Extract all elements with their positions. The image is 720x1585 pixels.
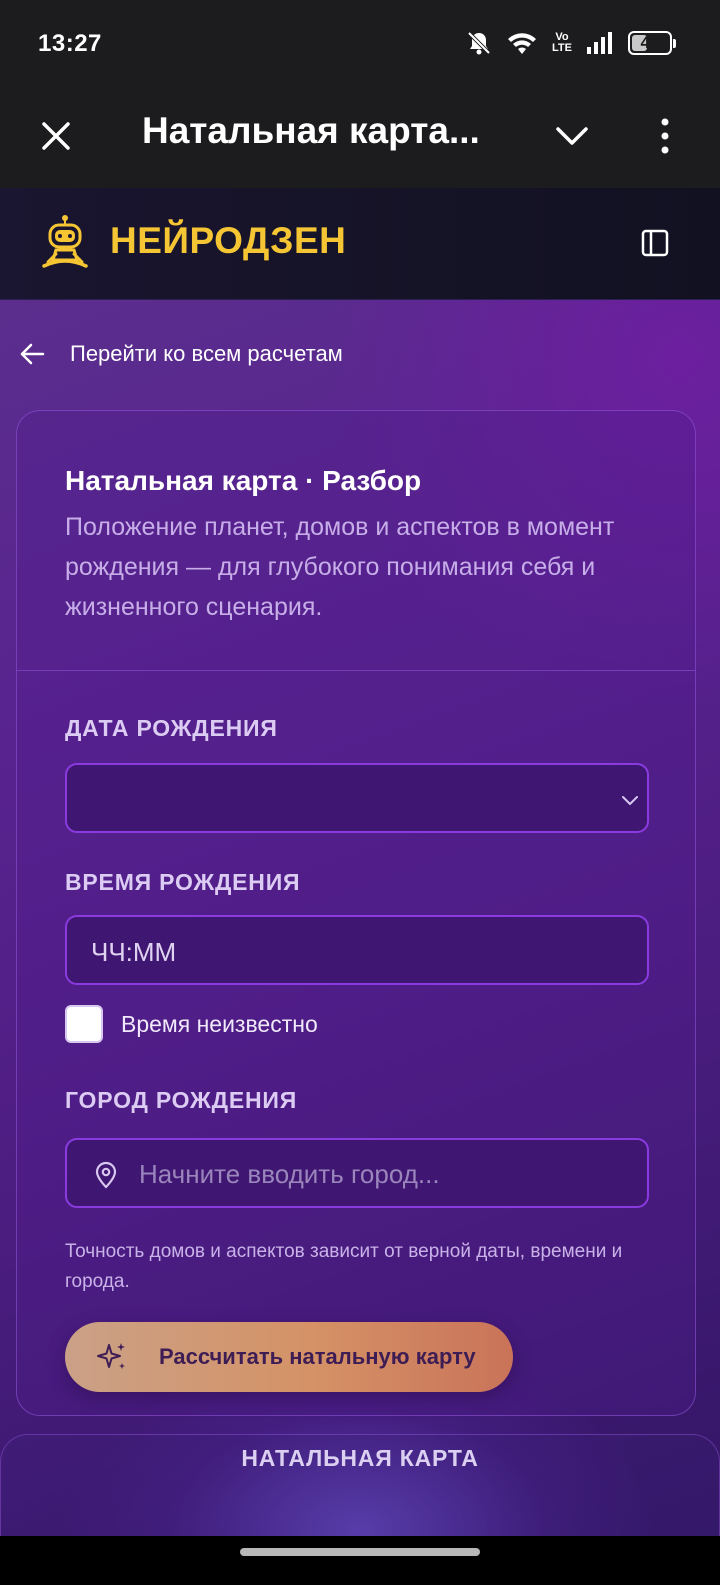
birth-time-input[interactable]: ЧЧ:ММ bbox=[65, 915, 649, 985]
status-time: 13:27 bbox=[38, 30, 102, 57]
home-gesture-handle[interactable] bbox=[240, 1548, 480, 1556]
battery-icon: 48 bbox=[628, 31, 676, 55]
close-icon[interactable] bbox=[36, 116, 76, 156]
birth-time-label: ВРЕМЯ РОЖДЕНИЯ bbox=[65, 869, 301, 895]
natal-chart-section: НАТАЛЬНАЯ КАРТА bbox=[0, 1434, 720, 1536]
section-title: НАТАЛЬНАЯ КАРТА bbox=[241, 1445, 479, 1471]
browser-toolbar: Натальная карта... bbox=[0, 88, 720, 188]
sidebar-panel-icon[interactable] bbox=[640, 228, 670, 258]
birth-time-value: ЧЧ:ММ bbox=[91, 937, 177, 967]
back-to-calculations-link[interactable]: Перейти ко всем расчетам bbox=[18, 340, 343, 368]
calculate-button-label: Рассчитать натальную карту bbox=[159, 1344, 476, 1369]
battery-text: 48 bbox=[640, 33, 660, 52]
brand-logo-text[interactable]: НЕЙРОДЗЕН bbox=[110, 220, 346, 262]
status-icons: Vo LTE 48 bbox=[466, 30, 676, 56]
status-bar: 13:27 Vo LTE 48 bbox=[0, 0, 720, 88]
birth-date-label: ДАТА РОЖДЕНИЯ bbox=[65, 715, 278, 741]
chevron-down-icon bbox=[619, 789, 641, 811]
birth-city-label: ГОРОД РОЖДЕНИЯ bbox=[65, 1087, 298, 1113]
back-link-label: Перейти ко всем расчетам bbox=[70, 341, 343, 366]
bell-muted-icon bbox=[466, 30, 492, 56]
site-header: НЕЙРОДЗЕН bbox=[0, 188, 720, 300]
volte-icon: Vo LTE bbox=[552, 31, 572, 54]
natal-chart-form-card: Натальная карта · Разбор Положение плане… bbox=[16, 410, 696, 1416]
time-unknown-label: Время неизвестно bbox=[121, 1010, 318, 1037]
time-unknown-checkbox[interactable] bbox=[65, 1005, 103, 1043]
more-vert-icon[interactable] bbox=[650, 116, 680, 156]
chevron-down-icon[interactable] bbox=[552, 116, 592, 156]
sparkles-icon bbox=[95, 1340, 129, 1374]
birth-date-select[interactable] bbox=[65, 763, 649, 833]
time-unknown-row[interactable]: Время неизвестно bbox=[65, 1005, 318, 1043]
page-title: Натальная карта... bbox=[142, 110, 480, 151]
signal-icon bbox=[586, 31, 614, 55]
birth-city-field[interactable] bbox=[65, 1138, 649, 1208]
robot-meditating-logo-icon[interactable] bbox=[40, 214, 90, 272]
location-pin-icon bbox=[91, 1160, 121, 1190]
wifi-icon bbox=[506, 30, 538, 56]
card-header: Натальная карта · Разбор Положение плане… bbox=[17, 411, 695, 671]
gesture-bar bbox=[0, 1536, 720, 1585]
card-description: Положение планет, домов и аспектов в мом… bbox=[65, 513, 615, 621]
arrow-left-icon bbox=[18, 340, 46, 368]
card-title: Натальная карта · Разбор bbox=[65, 465, 422, 496]
calculate-natal-chart-button[interactable]: Рассчитать натальную карту bbox=[65, 1322, 513, 1392]
main-content: Перейти ко всем расчетам Натальная карта… bbox=[0, 300, 720, 1536]
accuracy-note: Точность домов и аспектов зависит от вер… bbox=[65, 1241, 623, 1292]
birth-city-input[interactable] bbox=[139, 1154, 619, 1194]
